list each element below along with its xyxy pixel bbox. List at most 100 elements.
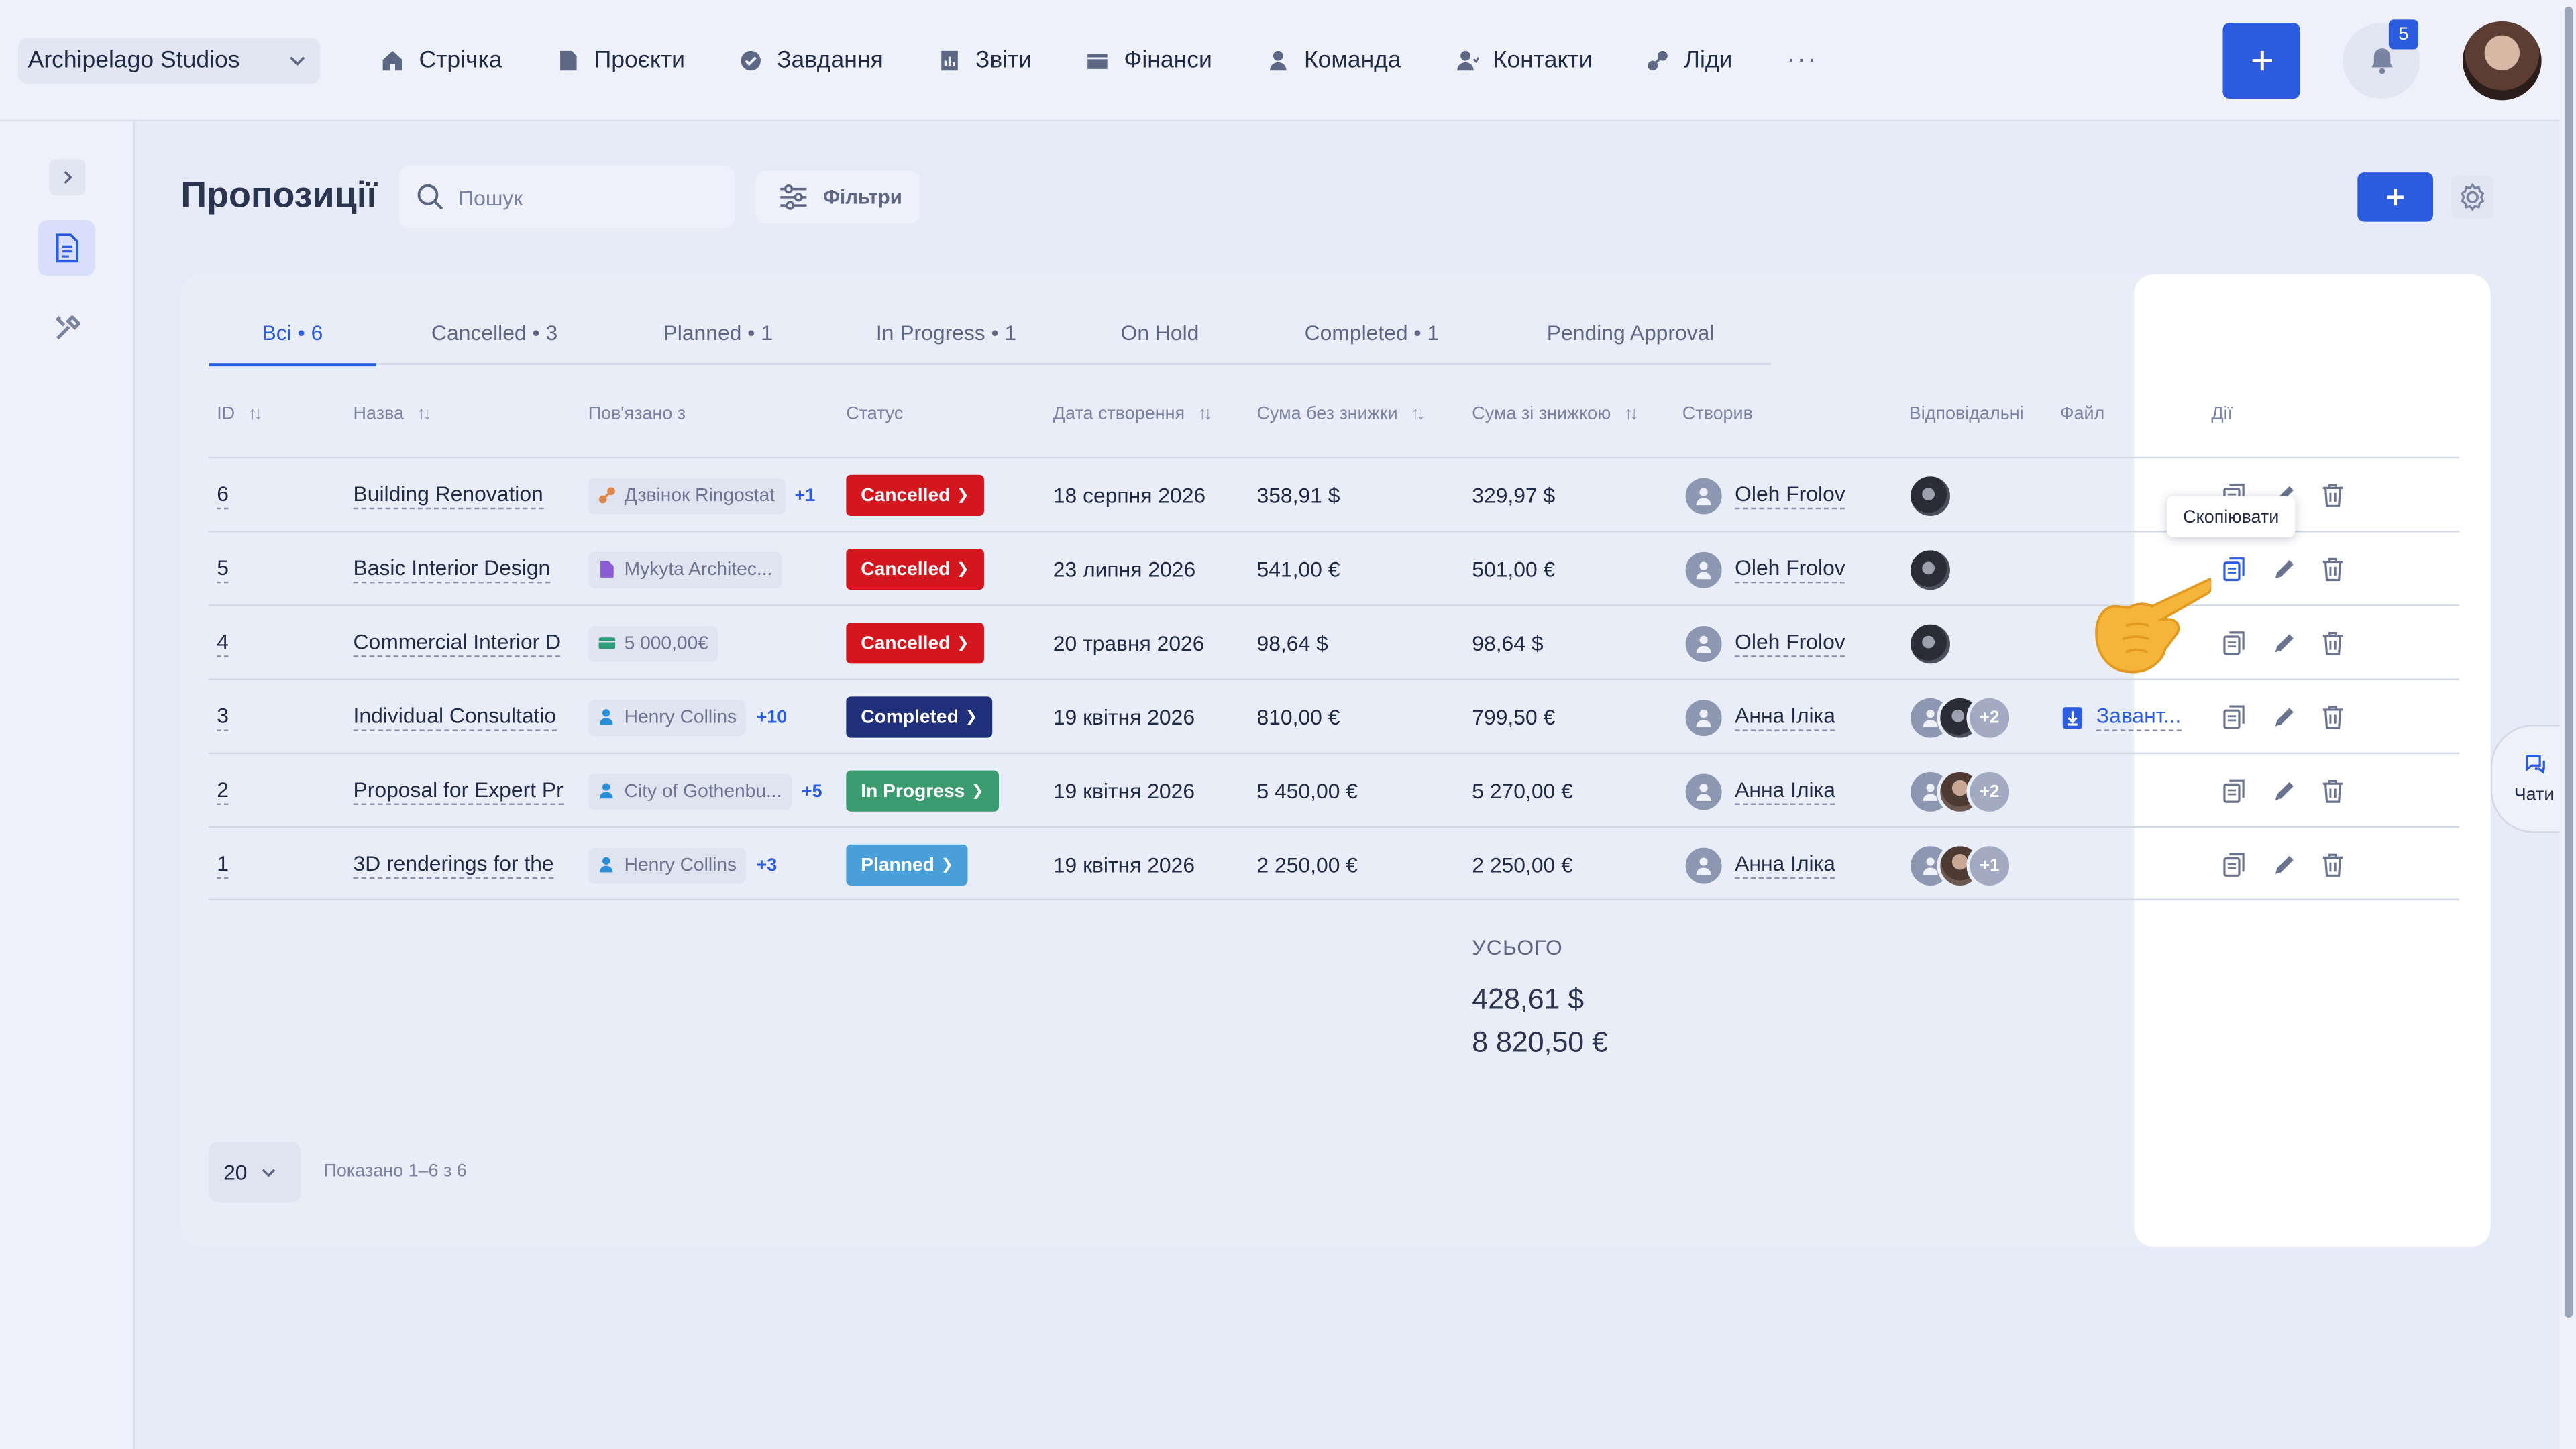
delete-button[interactable]	[2308, 619, 2357, 667]
edit-button[interactable]	[2259, 841, 2308, 890]
column-header-id[interactable]: ID ↑↓	[217, 404, 263, 423]
table-row[interactable]: 1 3D renderings for the Henry Collins +3…	[209, 826, 2460, 901]
edit-button[interactable]	[2259, 619, 2308, 667]
row-id[interactable]: 6	[217, 482, 229, 510]
edit-button[interactable]	[2259, 692, 2308, 741]
responsible-avatar[interactable]	[1907, 620, 1953, 667]
row-name-link[interactable]: Basic Interior Design	[353, 555, 551, 584]
copy-button[interactable]	[2210, 766, 2259, 815]
creator-name-link[interactable]: Анна Іліка	[1735, 777, 1835, 806]
status-dropdown[interactable]: Cancelled ❯	[846, 548, 984, 590]
column-header-name[interactable]: Назва ↑↓	[354, 404, 432, 423]
responsible-more-count[interactable]: +2	[1966, 694, 2013, 741]
delete-button[interactable]	[2308, 471, 2357, 520]
nav-item-contacts[interactable]: Контакти	[1455, 48, 1593, 74]
related-chip[interactable]: Henry Collins	[588, 847, 747, 883]
row-id[interactable]: 2	[217, 777, 229, 806]
delete-button[interactable]	[2308, 545, 2357, 594]
row-id[interactable]: 3	[217, 703, 229, 731]
trash-icon	[2322, 632, 2343, 655]
creator-name-link[interactable]: Oleh Frolov	[1735, 482, 1845, 510]
creator-name-link[interactable]: Oleh Frolov	[1735, 629, 1845, 657]
tab-pending-approval[interactable]: Pending Approval	[1493, 299, 1768, 365]
row-name-link[interactable]: Commercial Interior D	[353, 629, 561, 657]
tab-planned[interactable]: Planned • 1	[612, 299, 822, 365]
copy-button[interactable]	[2210, 619, 2259, 667]
responsible-more-count[interactable]: +1	[1966, 842, 2013, 888]
tab-in-progress[interactable]: In Progress • 1	[823, 299, 1069, 365]
user-icon	[1696, 561, 1711, 579]
global-add-button[interactable]	[2222, 23, 2300, 99]
add-proposal-button[interactable]	[2357, 172, 2433, 222]
row-date: 23 липня 2026	[1053, 557, 1196, 582]
expand-sidebar-button[interactable]	[49, 159, 86, 196]
filters-button[interactable]: Фільтри	[755, 170, 920, 224]
nav-item-leads[interactable]: Ліди	[1646, 48, 1732, 74]
pencil-icon	[2275, 560, 2294, 579]
related-more-count[interactable]: +3	[756, 855, 777, 875]
table-row[interactable]: 2 Proposal for Expert Pr City of Gothenb…	[209, 752, 2460, 826]
rail-tools-button[interactable]	[51, 312, 84, 345]
tab-on-hold[interactable]: On Hold	[1069, 299, 1250, 365]
creator-name-link[interactable]: Анна Іліка	[1735, 703, 1835, 731]
related-more-count[interactable]: +5	[802, 781, 822, 800]
more-menu-button[interactable]: ···	[1786, 46, 1817, 76]
related-chip[interactable]: Дзвінок Ringostat	[588, 477, 785, 514]
table-row[interactable]: 3 Individual Consultatio Henry Collins +…	[209, 678, 2460, 752]
user-avatar[interactable]	[2463, 21, 2542, 101]
status-dropdown[interactable]: Cancelled ❯	[846, 623, 984, 664]
tab-completed[interactable]: Completed • 1	[1250, 299, 1493, 365]
edit-button[interactable]	[2259, 766, 2308, 815]
column-header-sum-discount[interactable]: Сума зі знижкою ↑↓	[1472, 404, 1639, 423]
rail-proposals-button[interactable]	[38, 220, 96, 276]
search-box[interactable]	[399, 166, 735, 229]
responsible-avatar[interactable]	[1907, 472, 1953, 519]
table-row[interactable]: 6 Building Renovation Дзвінок Ringostat …	[209, 456, 2460, 531]
nav-item-reports[interactable]: Звіти	[938, 48, 1032, 74]
nav-item-feed[interactable]: Стрічка	[381, 48, 502, 74]
delete-button[interactable]	[2308, 766, 2357, 815]
related-more-count[interactable]: +1	[795, 486, 816, 505]
edit-button[interactable]	[2259, 545, 2308, 594]
row-id[interactable]: 4	[217, 629, 229, 657]
tab-cancelled[interactable]: Cancelled • 3	[376, 299, 613, 365]
delete-button[interactable]	[2308, 692, 2357, 741]
related-chip[interactable]: Henry Collins	[588, 699, 747, 735]
status-dropdown[interactable]: Completed ❯	[846, 696, 993, 738]
nav-item-team[interactable]: Команда	[1267, 48, 1401, 74]
row-name-link[interactable]: 3D renderings for the	[353, 851, 554, 879]
page-size-select[interactable]: 20	[209, 1142, 301, 1203]
file-download-link[interactable]: Завант...	[2061, 703, 2182, 731]
row-name-link[interactable]: Proposal for Expert Pr	[353, 777, 564, 806]
row-name-link[interactable]: Building Renovation	[353, 482, 543, 510]
nav-item-projects[interactable]: Проєкти	[556, 48, 685, 74]
column-header-created-date[interactable]: Дата створення ↑↓	[1053, 404, 1213, 423]
creator-name-link[interactable]: Oleh Frolov	[1735, 555, 1845, 584]
responsible-more-count[interactable]: +2	[1966, 767, 2013, 814]
related-more-count[interactable]: +10	[756, 707, 787, 727]
responsible-avatar[interactable]	[1907, 546, 1953, 592]
status-dropdown[interactable]: In Progress ❯	[846, 770, 999, 812]
related-chip[interactable]: Mykyta Architec...	[588, 551, 782, 588]
row-id[interactable]: 5	[217, 555, 229, 584]
status-dropdown[interactable]: Cancelled ❯	[846, 474, 984, 516]
column-header-sum[interactable]: Сума без знижки ↑↓	[1256, 404, 1426, 423]
row-name-link[interactable]: Individual Consultatio	[353, 703, 557, 731]
copy-button[interactable]	[2210, 692, 2259, 741]
table-settings-button[interactable]	[2451, 176, 2494, 219]
related-chip[interactable]: City of Gothenbu...	[588, 773, 792, 810]
copy-button[interactable]	[2210, 545, 2259, 594]
user-icon	[1696, 708, 1711, 727]
related-chip[interactable]: 5 000,00€	[588, 625, 718, 661]
scrollbar-thumb[interactable]	[2564, 6, 2573, 1318]
search-input[interactable]	[458, 184, 705, 210]
delete-button[interactable]	[2308, 841, 2357, 890]
nav-item-finance[interactable]: Фінанси	[1086, 48, 1212, 74]
status-dropdown[interactable]: Planned ❯	[846, 844, 969, 886]
nav-item-tasks[interactable]: Завдання	[739, 48, 883, 74]
workspace-switcher[interactable]: Archipelago Studios	[17, 38, 321, 84]
creator-name-link[interactable]: Анна Іліка	[1735, 851, 1835, 879]
row-id[interactable]: 1	[217, 851, 229, 879]
copy-button[interactable]	[2210, 841, 2259, 890]
tab-all[interactable]: Всі • 6	[209, 299, 376, 367]
